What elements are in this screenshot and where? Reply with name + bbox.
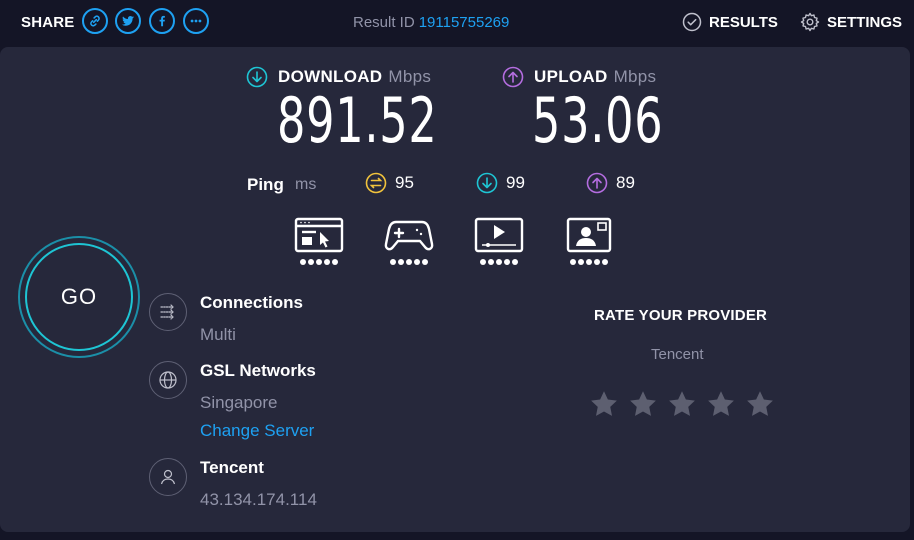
share-link-button[interactable] xyxy=(82,8,108,34)
star-icon[interactable] xyxy=(589,389,619,419)
provider-ip: 43.134.174.114 xyxy=(200,490,317,509)
gaming-rating-dots xyxy=(383,259,435,265)
ping-jitter-icon xyxy=(365,172,387,194)
ping-idle: 95 xyxy=(365,172,414,194)
star-icon[interactable] xyxy=(745,389,775,419)
ping-upload: 89 xyxy=(586,172,635,194)
connections-icon xyxy=(160,304,174,320)
go-label: GO xyxy=(60,284,98,309)
streaming-rating-dots xyxy=(473,259,525,265)
ping-download-icon xyxy=(476,172,498,194)
gaming-icon xyxy=(384,220,434,251)
download-speed-value: 891.52 xyxy=(277,84,438,157)
star-icon[interactable] xyxy=(628,389,658,419)
share-more-button[interactable] xyxy=(183,8,209,34)
result-id-link[interactable]: 19115755269 xyxy=(419,14,510,31)
link-icon xyxy=(90,15,100,27)
twitter-icon xyxy=(121,16,135,26)
results-label: RESULTS xyxy=(709,13,778,31)
settings-button[interactable]: SETTINGS xyxy=(800,12,902,32)
change-server-link[interactable]: Change Server xyxy=(200,421,314,441)
server-icon-wrap xyxy=(149,361,187,399)
quality-streaming xyxy=(473,217,525,271)
provider-icon-wrap xyxy=(149,458,187,496)
share-twitter-button[interactable] xyxy=(115,8,141,34)
video-call-icon xyxy=(566,217,612,253)
share-label: SHARE xyxy=(21,14,75,31)
ping-unit: ms xyxy=(295,176,317,193)
gear-icon xyxy=(800,12,820,32)
ping-download-value: 99 xyxy=(506,173,525,192)
connections-icon-wrap xyxy=(149,293,187,331)
upload-arrow-icon xyxy=(502,66,524,88)
results-button[interactable]: RESULTS xyxy=(682,12,778,32)
video-call-rating-dots xyxy=(563,259,615,265)
top-bar: SHARE Result ID 19115755269 RESULTS SETT… xyxy=(0,0,914,44)
rating-stars xyxy=(589,389,775,419)
result-id: Result ID 19115755269 xyxy=(353,14,509,31)
ping-label: Ping xyxy=(247,175,284,194)
go-button-inner[interactable]: GO xyxy=(25,243,133,351)
rate-provider-name: Tencent xyxy=(651,346,704,363)
globe-icon xyxy=(159,371,177,389)
rate-provider-title: RATE YOUR PROVIDER xyxy=(594,307,768,324)
connections-value: Multi xyxy=(200,325,236,344)
connections-title: Connections xyxy=(200,293,303,312)
browsing-icon xyxy=(294,217,344,253)
server-name: GSL Networks xyxy=(200,361,316,380)
quality-gaming xyxy=(383,217,435,271)
result-id-label: Result ID xyxy=(353,14,415,31)
ping-idle-value: 95 xyxy=(395,173,414,192)
star-icon[interactable] xyxy=(706,389,736,419)
star-icon[interactable] xyxy=(667,389,697,419)
share-facebook-button[interactable] xyxy=(149,8,175,34)
server-location: Singapore xyxy=(200,393,278,412)
ping-upload-icon xyxy=(586,172,608,194)
download-arrow-icon xyxy=(246,66,268,88)
quality-browsing xyxy=(293,217,345,271)
user-icon xyxy=(160,469,176,485)
check-circle-icon xyxy=(682,12,702,32)
browsing-rating-dots xyxy=(293,259,345,265)
quality-video-call xyxy=(563,217,615,271)
ping-upload-value: 89 xyxy=(616,173,635,192)
more-icon xyxy=(190,19,202,23)
provider-name: Tencent xyxy=(200,458,264,477)
ping-download: 99 xyxy=(476,172,525,194)
settings-label: SETTINGS xyxy=(827,13,903,31)
facebook-icon xyxy=(159,15,165,27)
go-button[interactable]: GO xyxy=(18,236,140,358)
upload-speed-value: 53.06 xyxy=(532,84,664,157)
streaming-icon xyxy=(474,217,524,253)
